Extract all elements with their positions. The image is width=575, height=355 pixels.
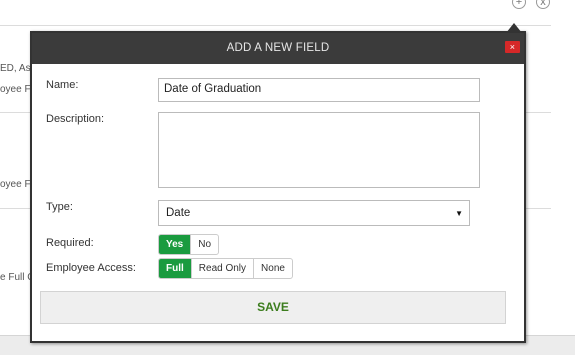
chevron-down-icon: ▼ [455,209,463,218]
employee-access-toggle: Full Read Only None [158,258,293,279]
type-select[interactable]: Date ▼ [158,200,470,226]
required-toggle: Yes No [158,234,220,255]
description-label: Description: [46,113,105,125]
divider [0,25,551,26]
employee-access-label: Employee Access: [46,262,136,274]
modal-title: ADD A NEW FIELD [226,42,330,54]
save-button[interactable]: SAVE [40,291,506,324]
name-label: Name: [46,79,79,91]
add-circle-icon[interactable]: + [512,0,526,9]
close-circle-icon[interactable]: x [536,0,550,9]
type-label: Type: [46,201,73,213]
close-button[interactable]: × [505,41,520,53]
required-label: Required: [46,237,94,249]
required-yes-option[interactable]: Yes [159,235,192,254]
required-no-option[interactable]: No [191,235,218,254]
description-textarea[interactable] [158,112,480,188]
add-field-modal: ADD A NEW FIELD × Name: Date of Graduati… [30,23,526,343]
name-input[interactable]: Date of Graduation [158,78,480,102]
access-none-option[interactable]: None [254,259,292,278]
access-full-option[interactable]: Full [159,259,192,278]
modal-pointer [506,23,522,33]
type-select-value: Date [166,207,191,219]
access-read-only-option[interactable]: Read Only [192,259,255,278]
modal-header: ADD A NEW FIELD × [32,33,524,64]
